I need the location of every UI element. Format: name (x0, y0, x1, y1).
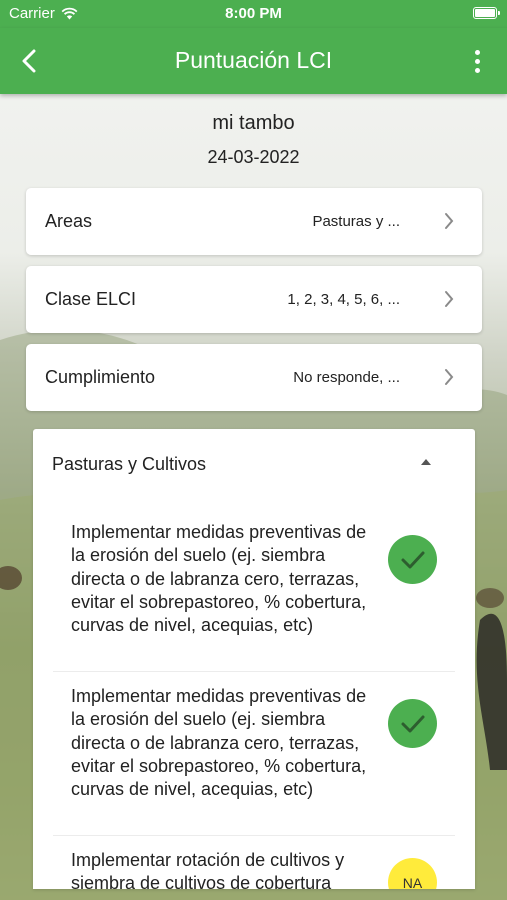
status-bar: Carrier 8:00 PM (0, 0, 507, 28)
filter-clase-elci[interactable]: Clase ELCI 1, 2, 3, 4, 5, 6, ... (26, 266, 482, 333)
farm-header: mi tambo 24-03-2022 (0, 112, 507, 168)
evaluation-date: 24-03-2022 (207, 147, 300, 167)
section-title: Pasturas y Cultivos (52, 454, 207, 474)
chevron-right-icon (445, 213, 454, 229)
list-item[interactable]: Implementar rotación de cultivos y siemb… (53, 849, 455, 889)
check-icon (401, 551, 424, 568)
filter-value: Pasturas y ... (312, 213, 400, 230)
filter-value: 1, 2, 3, 4, 5, 6, ... (287, 291, 400, 308)
list-item[interactable]: Implementar medidas preventivas de la er… (53, 521, 455, 672)
item-text: Implementar medidas preventivas de la er… (71, 522, 367, 636)
status-badge: NA (388, 858, 437, 889)
chevron-right-icon (445, 369, 454, 385)
clock: 8:00 PM (225, 5, 282, 22)
status-badge (388, 535, 437, 584)
section-header[interactable]: Pasturas y Cultivos (33, 429, 475, 499)
app-bar: Puntuación LCI (0, 28, 507, 94)
list-item[interactable]: Implementar medidas preventivas de la er… (53, 685, 455, 836)
filter-label: Clase ELCI (45, 289, 137, 309)
status-badge (388, 699, 437, 748)
more-vertical-icon (474, 49, 480, 55)
page-title: Puntuación LCI (174, 47, 333, 73)
section-pasturas-cultivos: Pasturas y Cultivos Implementar medidas … (33, 429, 475, 889)
caret-up-icon (421, 459, 431, 465)
filter-value: No responde, ... (293, 369, 400, 386)
farm-name: mi tambo (212, 112, 295, 134)
filter-areas[interactable]: Areas Pasturas y ... (26, 188, 482, 255)
check-icon (401, 715, 424, 732)
item-text: Implementar medidas preventivas de la er… (71, 686, 367, 800)
filter-label: Areas (45, 211, 93, 231)
battery-icon (473, 7, 500, 19)
more-menu-button[interactable] (467, 46, 487, 76)
chevron-right-icon (445, 291, 454, 307)
item-text: Implementar rotación de cultivos y siemb… (71, 850, 345, 889)
filter-cumplimiento[interactable]: Cumplimiento No responde, ... (26, 344, 482, 411)
filter-label: Cumplimiento (45, 367, 156, 387)
